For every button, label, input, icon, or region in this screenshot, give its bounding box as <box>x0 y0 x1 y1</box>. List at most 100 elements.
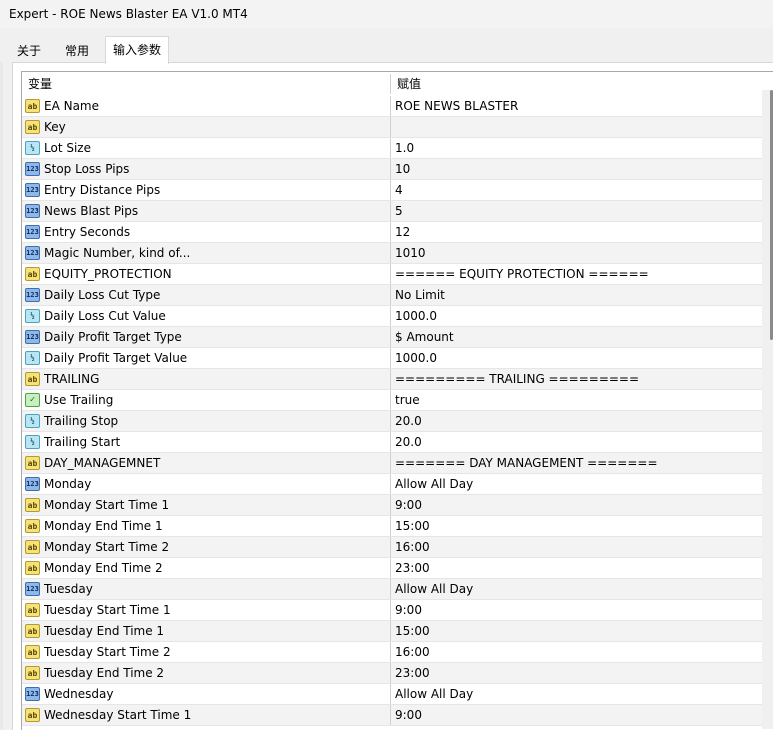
column-divider <box>390 453 391 474</box>
column-divider <box>390 495 391 516</box>
parameter-value[interactable]: 23:00 <box>395 558 755 579</box>
table-row[interactable]: ab EA Name ROE NEWS BLASTER <box>22 96 762 117</box>
string-icon: ab <box>25 267 40 281</box>
table-row[interactable]: ab Monday Start Time 2 16:00 <box>22 537 762 558</box>
column-divider <box>390 705 391 726</box>
parameter-value[interactable]: 1000.0 <box>395 306 755 327</box>
integer-icon: 123 <box>25 582 40 596</box>
table-row[interactable]: ab Tuesday Start Time 2 16:00 <box>22 642 762 663</box>
header-variable[interactable]: 变量 <box>22 72 388 96</box>
parameter-value[interactable]: ROE NEWS BLASTER <box>395 96 755 117</box>
string-icon: ab <box>25 561 40 575</box>
parameter-rows: ab EA Name ROE NEWS BLASTER ab Key ½ Lot Size 1… <box>22 96 762 726</box>
table-row[interactable]: 123 Entry Seconds 12 <box>22 222 762 243</box>
tab-about[interactable]: 关于 <box>10 40 48 62</box>
table-row[interactable]: 123 Daily Loss Cut Type No Limit <box>22 285 762 306</box>
table-row[interactable]: ½ Trailing Stop 20.0 <box>22 411 762 432</box>
parameter-value[interactable]: 1000.0 <box>395 348 755 369</box>
parameter-value[interactable]: 9:00 <box>395 600 755 621</box>
table-row[interactable]: ab Monday Start Time 1 9:00 <box>22 495 762 516</box>
parameter-value[interactable]: 15:00 <box>395 621 755 642</box>
parameter-value[interactable]: No Limit <box>395 285 755 306</box>
table-row[interactable]: ½ Lot Size 1.0 <box>22 138 762 159</box>
table-row[interactable]: 123 Magic Number, kind of... 1010 <box>22 243 762 264</box>
parameter-value[interactable]: Allow All Day <box>395 579 755 600</box>
parameter-value[interactable]: Allow All Day <box>395 684 755 705</box>
column-divider <box>390 348 391 369</box>
parameter-value[interactable]: 5 <box>395 201 755 222</box>
table-row[interactable]: ab Tuesday End Time 2 23:00 <box>22 663 762 684</box>
parameter-name: Stop Loss Pips <box>44 162 130 176</box>
table-row[interactable]: ab Wednesday Start Time 1 9:00 <box>22 705 762 726</box>
vertical-scrollbar[interactable] <box>762 90 773 729</box>
table-row[interactable]: ab Key <box>22 117 762 138</box>
parameter-value[interactable]: 20.0 <box>395 432 755 453</box>
integer-icon: 123 <box>25 687 40 701</box>
parameter-value[interactable]: 15:00 <box>395 516 755 537</box>
table-row[interactable]: ab TRAILING ========= TRAILING ========= <box>22 369 762 390</box>
parameter-value[interactable]: ====== EQUITY PROTECTION ====== <box>395 264 755 285</box>
parameter-value[interactable]: 12 <box>395 222 755 243</box>
parameter-value[interactable]: 16:00 <box>395 537 755 558</box>
table-row[interactable]: ab Monday End Time 1 15:00 <box>22 516 762 537</box>
integer-icon: 123 <box>25 183 40 197</box>
parameter-name: Lot Size <box>44 141 91 155</box>
table-row[interactable]: 123 Daily Profit Target Type $ Amount <box>22 327 762 348</box>
parameter-value[interactable]: 10 <box>395 159 755 180</box>
table-row[interactable]: ab Tuesday Start Time 1 9:00 <box>22 600 762 621</box>
column-divider <box>390 642 391 663</box>
parameter-value[interactable]: 20.0 <box>395 411 755 432</box>
integer-icon: 123 <box>25 204 40 218</box>
column-divider <box>390 369 391 390</box>
column-divider <box>390 663 391 684</box>
table-row[interactable]: ab Tuesday End Time 1 15:00 <box>22 621 762 642</box>
column-divider <box>390 243 391 264</box>
tab-inputs[interactable]: 输入参数 <box>105 36 169 64</box>
column-divider <box>390 621 391 642</box>
parameter-value[interactable]: 9:00 <box>395 705 755 726</box>
table-row[interactable]: ab EQUITY_PROTECTION ====== EQUITY PROTECT… <box>22 264 762 285</box>
double-icon: ½ <box>25 351 40 365</box>
parameter-value[interactable]: 4 <box>395 180 755 201</box>
table-row[interactable]: ½ Daily Loss Cut Value 1000.0 <box>22 306 762 327</box>
parameter-value[interactable]: $ Amount <box>395 327 755 348</box>
table-row[interactable]: 123 News Blast Pips 5 <box>22 201 762 222</box>
parameter-value[interactable]: 23:00 <box>395 663 755 684</box>
string-icon: ab <box>25 99 40 113</box>
tab-common[interactable]: 常用 <box>56 40 98 62</box>
column-divider <box>390 285 391 306</box>
table-row[interactable]: ✓ Use Trailing true <box>22 390 762 411</box>
parameter-name: Tuesday Start Time 1 <box>44 603 171 617</box>
parameter-value[interactable]: true <box>395 390 755 411</box>
string-icon: ab <box>25 498 40 512</box>
string-icon: ab <box>25 666 40 680</box>
parameter-value[interactable]: Allow All Day <box>395 474 755 495</box>
table-row[interactable]: ½ Trailing Start 20.0 <box>22 432 762 453</box>
parameter-name: Monday <box>44 477 92 491</box>
parameter-value[interactable]: 9:00 <box>395 495 755 516</box>
table-row[interactable]: 123 Wednesday Allow All Day <box>22 684 762 705</box>
table-row[interactable]: ½ Daily Profit Target Value 1000.0 <box>22 348 762 369</box>
parameter-name: Use Trailing <box>44 393 114 407</box>
table-row[interactable]: ab DAY_MANAGEMNET ======= DAY MANAGEMENT =… <box>22 453 762 474</box>
table-row[interactable]: 123 Stop Loss Pips 10 <box>22 159 762 180</box>
column-divider <box>390 327 391 348</box>
header-value[interactable]: 赋值 <box>391 72 757 96</box>
parameter-value[interactable]: ========= TRAILING ========= <box>395 369 755 390</box>
column-divider <box>390 306 391 327</box>
parameter-name: Magic Number, kind of... <box>44 246 191 260</box>
string-icon: ab <box>25 456 40 470</box>
parameter-value[interactable]: 16:00 <box>395 642 755 663</box>
table-row[interactable]: ab Monday End Time 2 23:00 <box>22 558 762 579</box>
table-row[interactable]: 123 Entry Distance Pips 4 <box>22 180 762 201</box>
integer-icon: 123 <box>25 330 40 344</box>
table-row[interactable]: 123 Monday Allow All Day <box>22 474 762 495</box>
parameter-value[interactable]: 1010 <box>395 243 755 264</box>
column-divider <box>390 474 391 495</box>
parameter-value[interactable]: ======= DAY MANAGEMENT ======= <box>395 453 755 474</box>
column-divider <box>390 537 391 558</box>
parameter-value[interactable]: 1.0 <box>395 138 755 159</box>
table-row[interactable]: 123 Tuesday Allow All Day <box>22 579 762 600</box>
string-icon: ab <box>25 645 40 659</box>
parameter-name: Monday End Time 2 <box>44 561 163 575</box>
